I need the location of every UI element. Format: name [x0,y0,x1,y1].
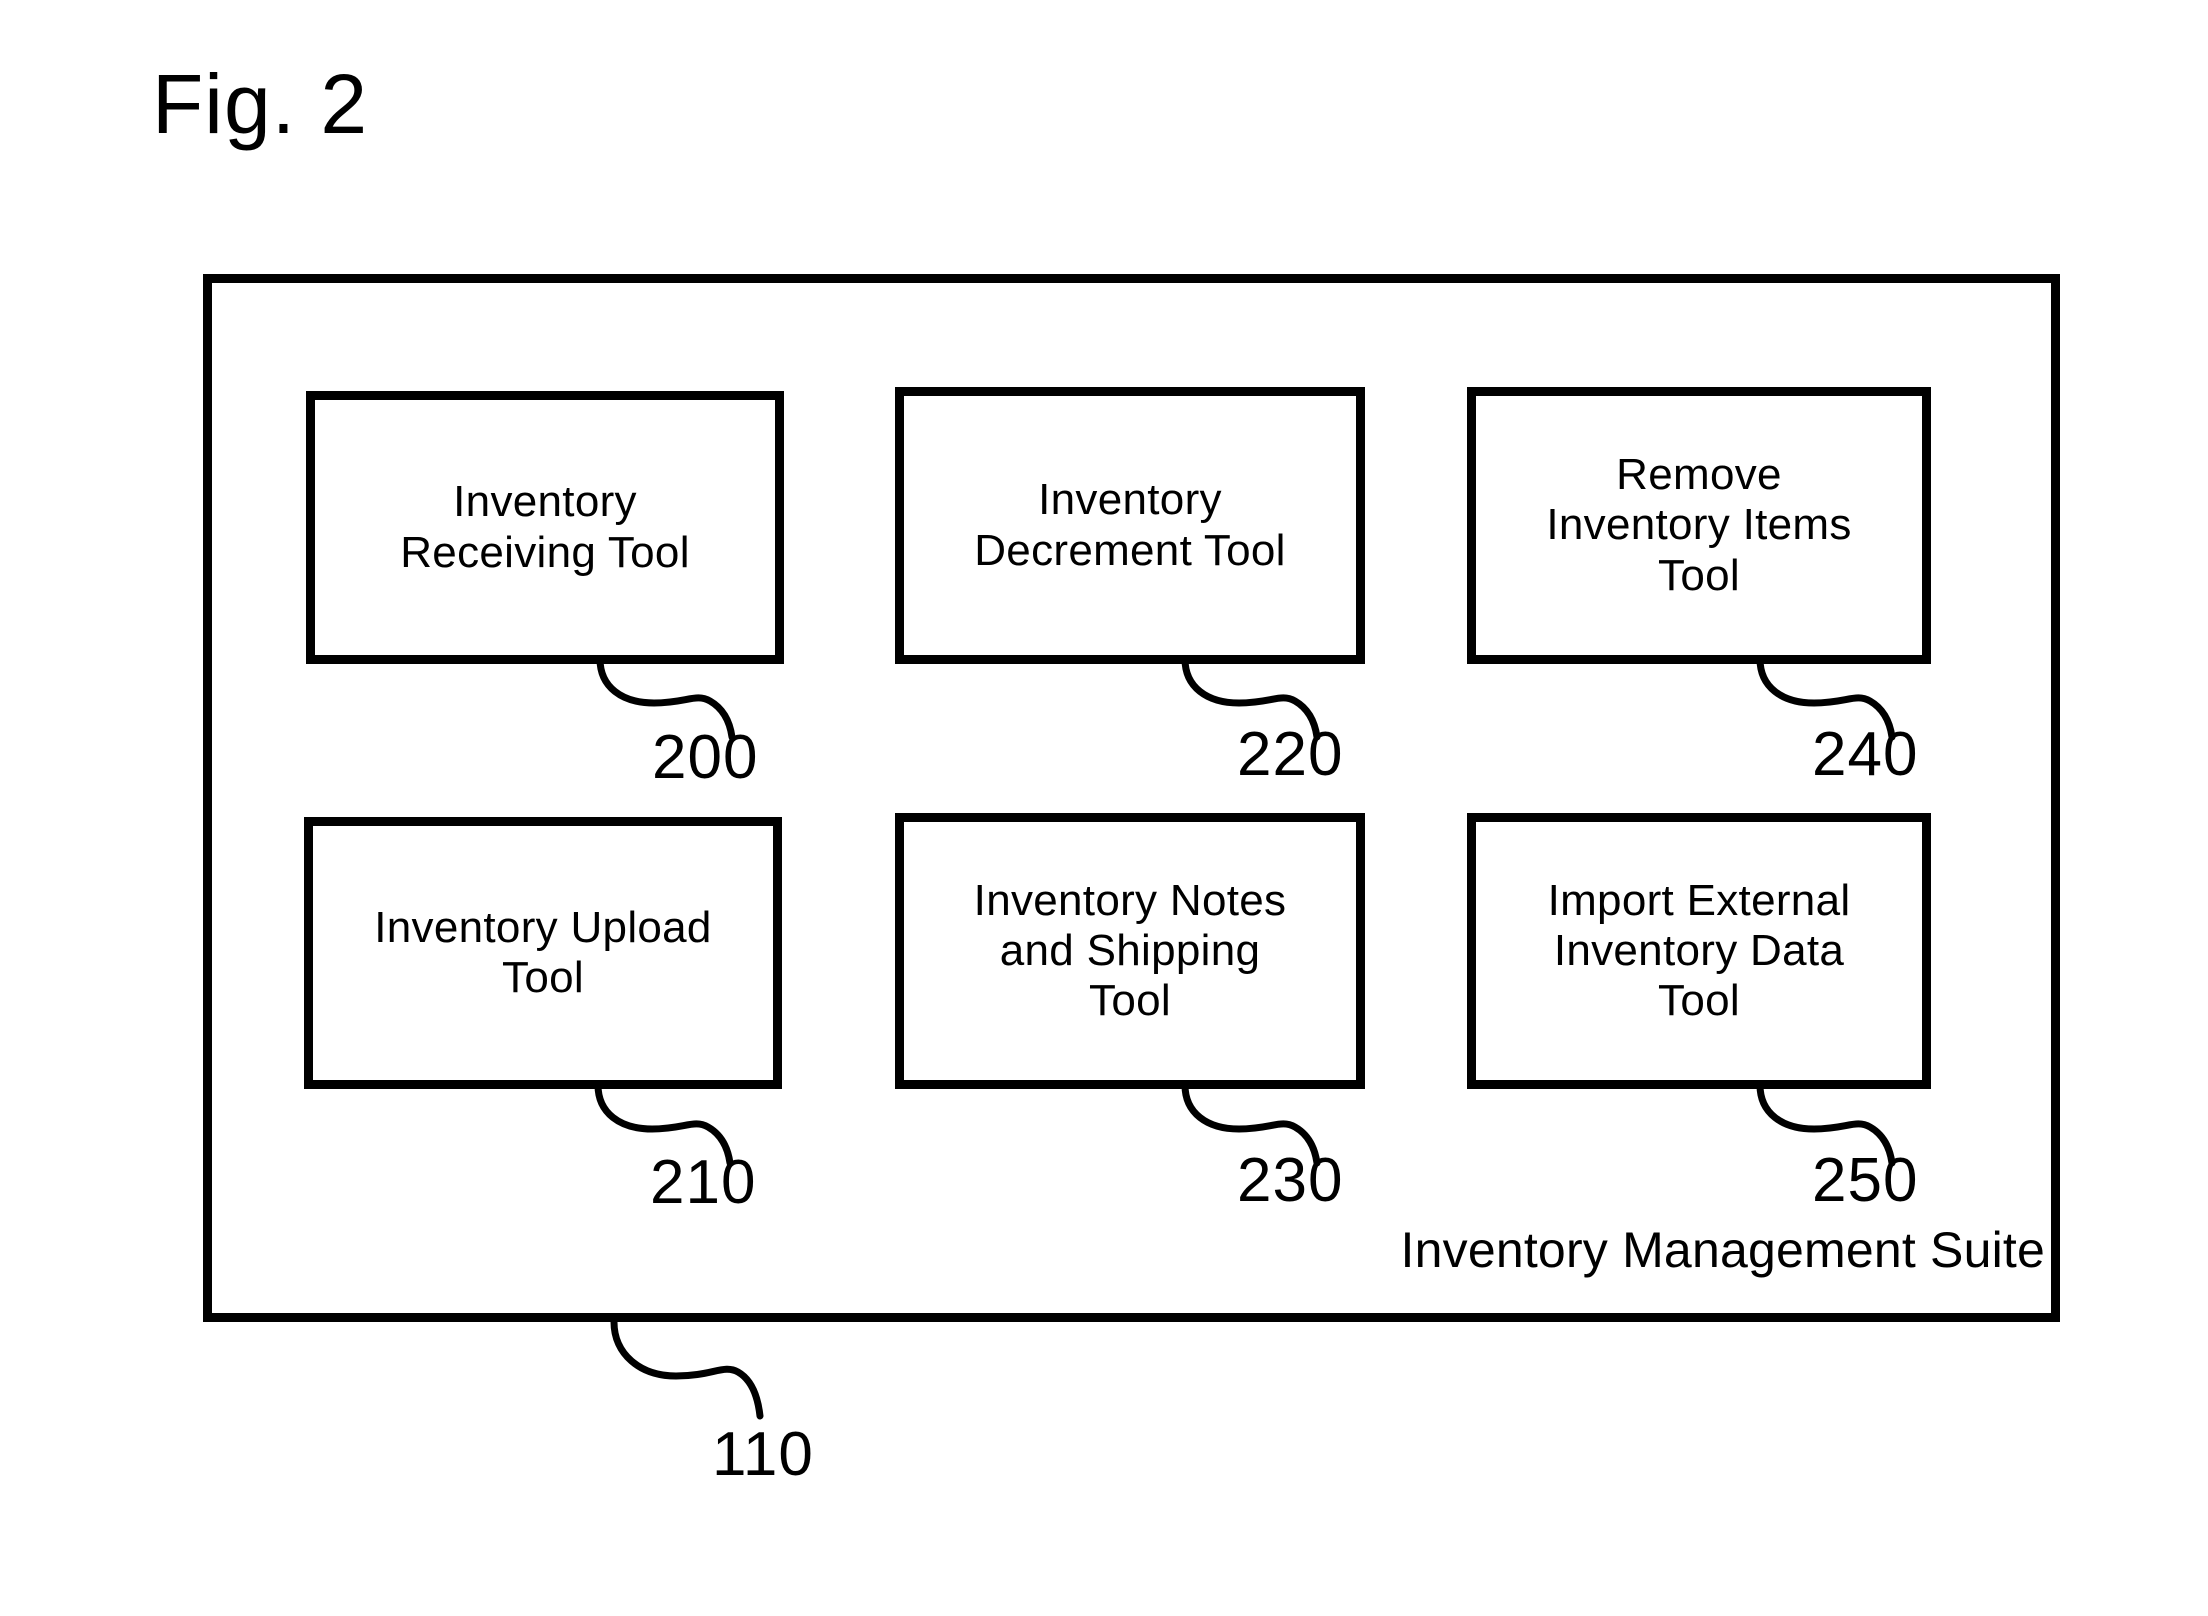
reference-numeral-220: 220 [1237,720,1344,789]
tool-box-label: Inventory Decrement Tool [974,475,1286,575]
reference-numeral-210: 210 [650,1148,757,1217]
tool-box-label: Inventory Upload Tool [374,902,712,1002]
reference-numeral-110: 110 [712,1420,814,1489]
reference-numeral-240: 240 [1812,720,1919,789]
leader-line-110 [610,1318,764,1420]
tool-box-label: Remove Inventory Items Tool [1546,450,1852,600]
figure-title: Fig. 2 [152,57,369,151]
reference-numeral-230: 230 [1237,1146,1344,1215]
inventory-management-suite-frame: Inventory Receiving Tool Inventory Decre… [203,274,2060,1322]
tool-box-inventory-upload[interactable]: Inventory Upload Tool [304,817,782,1089]
tool-box-inventory-receiving[interactable]: Inventory Receiving Tool [306,391,784,664]
tool-box-label: Inventory Notes and Shipping Tool [973,875,1287,1026]
reference-numeral-250: 250 [1812,1146,1919,1215]
reference-numeral-200: 200 [652,723,759,792]
tool-box-inventory-decrement[interactable]: Inventory Decrement Tool [895,387,1365,664]
tool-box-label: Import External Inventory Data Tool [1547,875,1851,1026]
tool-box-import-external-inventory-data[interactable]: Import External Inventory Data Tool [1467,813,1931,1089]
tool-box-remove-inventory-items[interactable]: Remove Inventory Items Tool [1467,387,1931,664]
tool-box-label: Inventory Receiving Tool [400,477,690,577]
suite-caption: Inventory Management Suite [1400,1222,2045,1278]
tool-box-inventory-notes-and-shipping[interactable]: Inventory Notes and Shipping Tool [895,813,1365,1089]
